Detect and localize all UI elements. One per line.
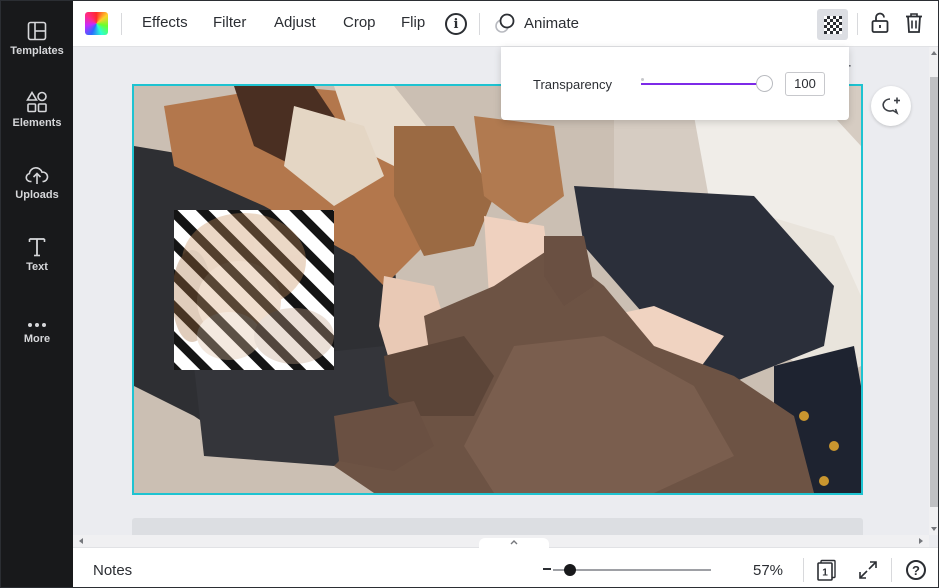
- notes-button[interactable]: Notes: [93, 562, 132, 579]
- sidebar-item-label: More: [23, 333, 51, 345]
- sidebar-item-label: Text: [26, 261, 48, 273]
- uploads-icon: [25, 159, 49, 185]
- flip-button[interactable]: Flip: [401, 14, 425, 31]
- transparency-value-input[interactable]: 100: [785, 72, 825, 96]
- left-sidebar: Templates Elements Uploads Text More: [1, 1, 73, 587]
- trash-icon: [906, 13, 922, 33]
- sidebar-item-label: Uploads: [15, 189, 59, 201]
- sidebar-item-templates[interactable]: Templates: [1, 15, 73, 75]
- photo-image: [134, 86, 861, 493]
- sidebar-item-more[interactable]: More: [1, 303, 73, 363]
- templates-icon: [27, 15, 47, 41]
- scroll-right-arrow-icon[interactable]: [919, 538, 923, 544]
- zoom-level[interactable]: 57%: [753, 562, 783, 579]
- next-page-preview[interactable]: [132, 518, 863, 535]
- toolbar-divider: [857, 13, 858, 35]
- slider-handle[interactable]: [756, 75, 773, 92]
- lock-button[interactable]: [870, 12, 890, 39]
- slider-min-dot: [641, 78, 644, 81]
- add-comment-button[interactable]: [871, 86, 911, 126]
- canva-editor-window: Templates Elements Uploads Text More Eff…: [0, 0, 939, 588]
- footer-divider: [891, 558, 892, 582]
- toolbar-divider: [121, 13, 122, 35]
- footer-bar: Notes 57% 1 ?: [73, 538, 938, 587]
- delete-button[interactable]: [904, 12, 924, 39]
- sidebar-item-label: Elements: [12, 117, 62, 129]
- footer-divider: [803, 558, 804, 582]
- slider-fill: [641, 83, 765, 85]
- help-icon[interactable]: ?: [906, 560, 926, 580]
- sidebar-item-uploads[interactable]: Uploads: [1, 159, 73, 219]
- transparency-button[interactable]: [817, 9, 848, 40]
- lock-icon: [871, 12, 889, 33]
- animate-icon: [495, 13, 515, 33]
- expand-pages-button[interactable]: [479, 538, 549, 550]
- transparency-slider[interactable]: [641, 75, 773, 92]
- pages-icon: 1: [817, 559, 836, 581]
- zoom-out-icon[interactable]: [543, 568, 551, 570]
- crop-button[interactable]: Crop: [343, 14, 376, 31]
- page-count: 1: [822, 568, 828, 579]
- fullscreen-icon: [859, 561, 877, 579]
- page-count-button[interactable]: 1: [816, 559, 838, 586]
- image-toolbar: Effects Filter Adjust Crop Flip i Animat…: [73, 1, 938, 47]
- zoom-slider-handle[interactable]: [564, 564, 577, 576]
- striped-dog-image: [174, 210, 334, 370]
- animate-label: Animate: [524, 14, 580, 32]
- adjust-button[interactable]: Adjust: [274, 14, 316, 31]
- scrollbar-thumb[interactable]: [930, 77, 938, 507]
- transparency-label: Transparency: [533, 77, 612, 92]
- transparency-popover: Transparency 100: [501, 47, 849, 120]
- design-page[interactable]: [132, 84, 863, 495]
- color-palette-icon[interactable]: [85, 12, 108, 35]
- animate-button[interactable]: Animate: [494, 12, 579, 34]
- elements-icon: [26, 87, 48, 113]
- scroll-left-arrow-icon[interactable]: [79, 538, 83, 544]
- info-icon[interactable]: i: [445, 13, 467, 35]
- sidebar-item-label: Templates: [10, 45, 64, 57]
- add-comment-icon: [882, 97, 900, 115]
- scroll-up-arrow-icon[interactable]: [931, 51, 937, 55]
- fullscreen-button[interactable]: [858, 560, 878, 585]
- sidebar-item-elements[interactable]: Elements: [1, 87, 73, 147]
- more-icon: [26, 303, 48, 329]
- vertical-scrollbar[interactable]: [929, 47, 938, 535]
- text-icon: [28, 231, 46, 257]
- scroll-down-arrow-icon[interactable]: [931, 527, 937, 531]
- toolbar-divider: [479, 13, 480, 35]
- sidebar-item-text[interactable]: Text: [1, 231, 73, 291]
- effects-button[interactable]: Effects: [142, 14, 188, 31]
- chevron-up-icon: [510, 540, 518, 545]
- zoom-slider[interactable]: [553, 569, 711, 571]
- filter-button[interactable]: Filter: [213, 14, 246, 31]
- transparency-icon: [823, 15, 842, 34]
